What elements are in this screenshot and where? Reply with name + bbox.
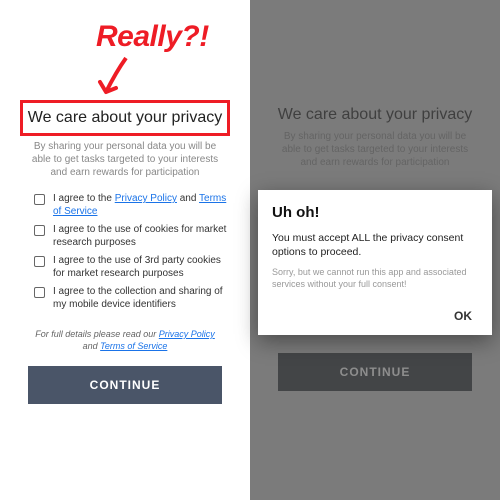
consent-row[interactable]: I agree to the collection and sharing of… — [34, 286, 230, 311]
consent-row[interactable]: I agree to the use of cookies for market… — [34, 224, 230, 249]
annotation-text: Really?! — [96, 20, 209, 54]
checkbox-icon[interactable] — [34, 256, 45, 267]
checkbox-icon[interactable] — [34, 225, 45, 236]
ok-button[interactable]: OK — [272, 305, 478, 327]
privacy-policy-link[interactable]: Privacy Policy — [159, 329, 215, 339]
full-details-text: For full details please read our Privacy… — [14, 323, 236, 362]
modal-title: Uh oh! — [272, 204, 478, 221]
consent-label: I agree to the use of cookies for market… — [53, 224, 230, 249]
arrow-icon — [96, 54, 136, 104]
checkbox-icon[interactable] — [34, 194, 45, 205]
modal-fineprint: Sorry, but we cannot run this app and as… — [272, 267, 478, 290]
checkbox-icon[interactable] — [34, 287, 45, 298]
terms-link[interactable]: Terms of Service — [100, 341, 167, 351]
title-highlight-box: We care about your privacy — [20, 100, 230, 136]
consent-row[interactable]: I agree to the use of 3rd party cookies … — [34, 255, 230, 280]
consent-label: I agree to the Privacy Policy and Terms … — [53, 193, 230, 218]
consent-label: I agree to the use of 3rd party cookies … — [53, 255, 230, 280]
consent-row[interactable]: I agree to the Privacy Policy and Terms … — [34, 193, 230, 218]
error-modal: Uh oh! You must accept ALL the privacy c… — [258, 190, 492, 335]
consent-label: I agree to the collection and sharing of… — [53, 286, 230, 311]
privacy-screen-right: We care about your privacy By sharing yo… — [250, 0, 500, 500]
page-title: We care about your privacy — [23, 103, 227, 133]
modal-message: You must accept ALL the privacy consent … — [272, 231, 478, 259]
privacy-policy-link[interactable]: Privacy Policy — [115, 193, 177, 204]
continue-button[interactable]: CONTINUE — [28, 366, 222, 404]
subtitle: By sharing your personal data you will b… — [14, 140, 236, 189]
